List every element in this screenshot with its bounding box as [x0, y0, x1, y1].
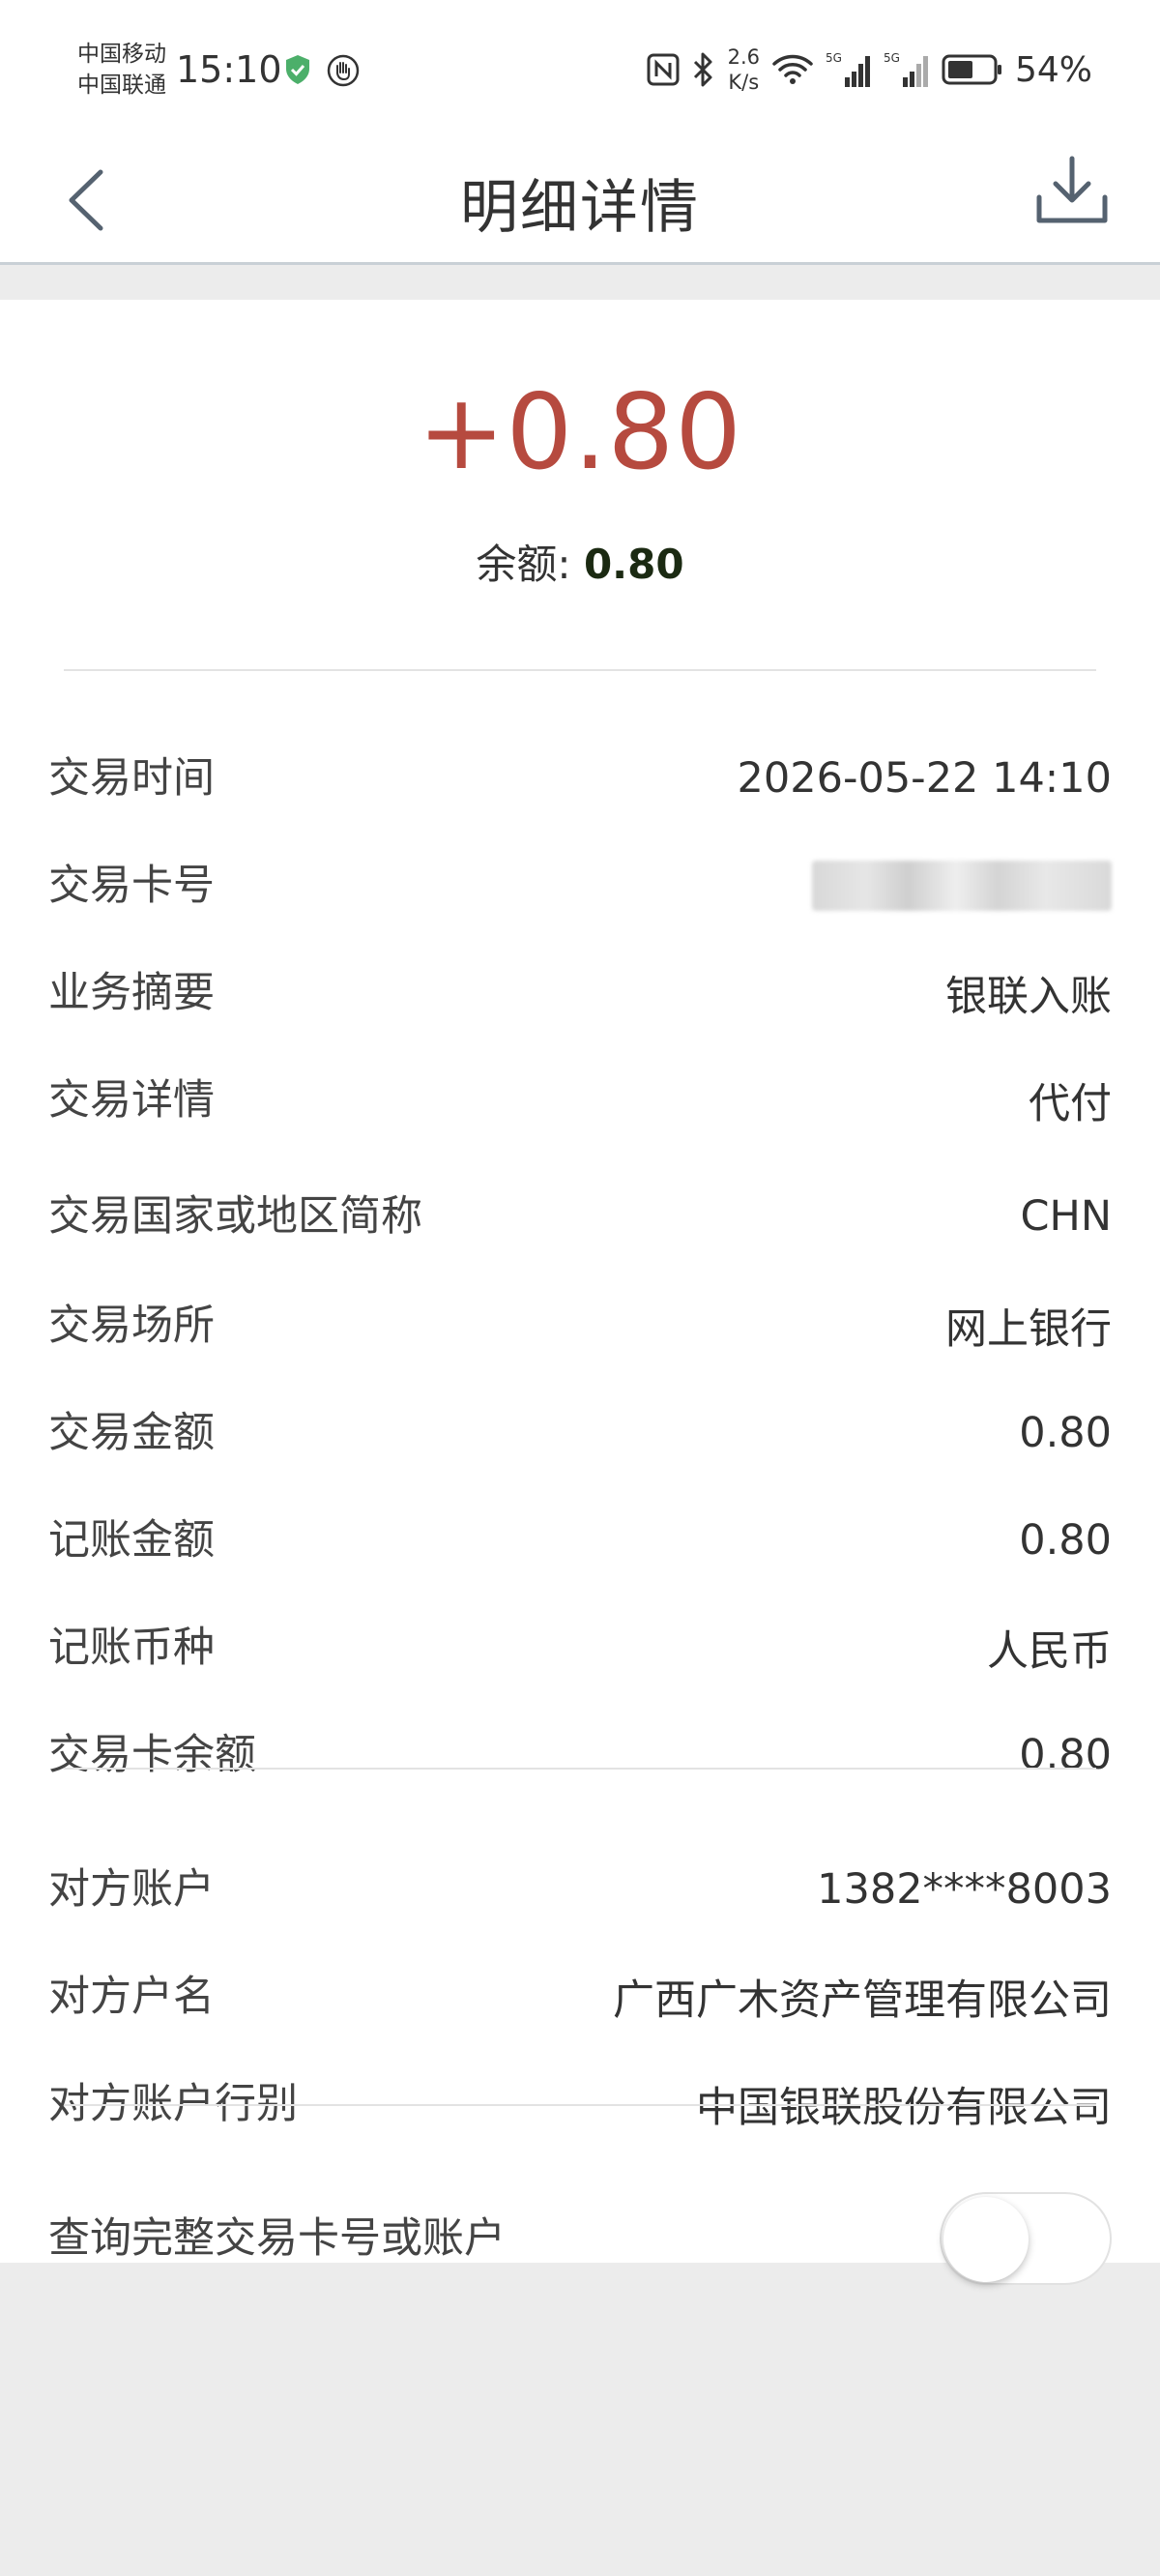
nav-bar: 明细详情 [0, 135, 1160, 265]
detail-label: 对方账户 [48, 1865, 215, 1914]
hand-icon [327, 54, 360, 87]
detail-row-summary: 业务摘要 银联入账 [48, 940, 1112, 1046]
counterparty-row-account: 对方账户 1382****8003 [48, 1836, 1112, 1943]
balance-line: 余额: 0.80 [0, 532, 1160, 591]
counterparty-row-name: 对方户名 广西广木资产管理有限公司 [48, 1944, 1112, 2050]
detail-row-venue: 交易场所 网上银行 [48, 1273, 1112, 1379]
detail-value: 广西广木资产管理有限公司 [613, 1976, 1112, 2025]
toggle-knob[interactable] [943, 2197, 1029, 2282]
download-icon[interactable] [1032, 151, 1112, 230]
detail-value: 0.80 [1019, 1516, 1112, 1565]
detail-label: 交易金额 [48, 1409, 215, 1457]
shield-check-icon [286, 55, 309, 84]
detail-label: 交易国家或地区简称 [48, 1192, 422, 1241]
toggle-label: 查询完整交易卡号或账户 [48, 2214, 506, 2263]
signal-5g-icon: 5G [884, 51, 928, 87]
battery-percent: 54% [1014, 49, 1092, 90]
detail-label: 交易卡余额 [48, 1731, 256, 1779]
nfc-icon [647, 53, 680, 86]
bluetooth-icon [693, 52, 712, 87]
detail-label: 记账金额 [48, 1516, 215, 1565]
detail-label: 对方户名 [48, 1973, 215, 2021]
transaction-detail-card: +0.80 余额: 0.80 交易时间 2026-05-22 14:10 交易卡… [0, 300, 1160, 2285]
detail-value: 银联入账 [945, 973, 1112, 1021]
detail-row-card-number: 交易卡号 [48, 833, 1112, 939]
detail-value: 代付 [1029, 1080, 1112, 1128]
detail-value: 网上银行 [945, 1305, 1112, 1354]
masked-card-number [812, 861, 1112, 911]
carrier-2: 中国联通 [77, 73, 166, 98]
balance-label: 余额: [476, 541, 584, 588]
status-icons-right: 2.6 K/s 5G 5G 54% [647, 43, 1092, 97]
detail-label: 记账币种 [48, 1624, 215, 1672]
detail-value: 0.80 [1019, 1409, 1112, 1457]
net-speed: 2.6 K/s [727, 45, 760, 94]
carrier-1: 中国移动 [77, 42, 166, 67]
status-bar: 中国移动 中国联通 15:10 2.6 K/s 5G 5G 54% [0, 0, 1160, 135]
detail-value: 1382****8003 [817, 1865, 1112, 1914]
carrier-info: 中国移动 中国联通 [77, 39, 166, 101]
detail-label: 交易详情 [48, 1076, 215, 1125]
svg-text:5G: 5G [826, 51, 842, 65]
detail-label: 业务摘要 [48, 969, 215, 1017]
detail-row-detail: 交易详情 代付 [48, 1047, 1112, 1154]
query-full-account-row: 查询完整交易卡号或账户 [48, 2185, 1112, 2292]
detail-value: 0.80 [1019, 1731, 1112, 1779]
detail-row-posted-amount: 记账金额 0.80 [48, 1487, 1112, 1594]
detail-row-time: 交易时间 2026-05-22 14:10 [48, 725, 1112, 832]
detail-row-country: 交易国家或地区简称 CHN [48, 1151, 1112, 1282]
battery-icon [942, 54, 1001, 85]
detail-label: 交易时间 [48, 754, 215, 803]
detail-value: 2026-05-22 14:10 [737, 754, 1112, 803]
divider [64, 669, 1096, 671]
detail-label: 交易卡号 [48, 862, 215, 910]
wifi-icon [772, 54, 813, 84]
query-full-account-toggle[interactable] [940, 2192, 1112, 2285]
divider [64, 1768, 1096, 1770]
page-title: 明细详情 [460, 174, 700, 242]
detail-value: 人民币 [987, 1627, 1112, 1676]
detail-row-card-balance: 交易卡余额 0.80 [48, 1702, 1112, 1808]
detail-value: CHN [1020, 1192, 1112, 1241]
detail-row-currency: 记账币种 人民币 [48, 1595, 1112, 1701]
divider [64, 2104, 1096, 2106]
status-time: 15:10 [176, 48, 282, 91]
svg-text:5G: 5G [884, 51, 900, 65]
detail-row-amount: 交易金额 0.80 [48, 1380, 1112, 1486]
signal-5g-icon: 5G [826, 51, 870, 87]
transaction-amount: +0.80 [418, 372, 742, 493]
detail-label: 交易场所 [48, 1302, 215, 1350]
balance-value: 0.80 [583, 541, 684, 588]
